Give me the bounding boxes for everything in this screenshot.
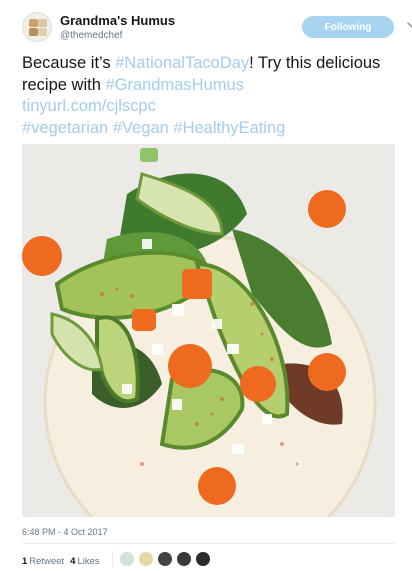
hashtag-link[interactable]: #GrandmasHumus	[105, 76, 243, 94]
separator	[112, 551, 113, 567]
retweet-count[interactable]: 1	[22, 556, 27, 567]
url-link[interactable]: tinyurl.com/cjlscpc	[22, 97, 156, 115]
hashtag-link[interactable]: #Vegan	[113, 119, 169, 137]
account-names: Grandma's Humus @themedchef	[60, 13, 175, 42]
liker-avatar[interactable]	[157, 551, 173, 567]
liker-avatar[interactable]	[195, 551, 211, 567]
tweet-text-part: Because it’s	[22, 54, 116, 72]
liker-avatar[interactable]	[176, 551, 192, 567]
following-button[interactable]: Following	[302, 16, 394, 38]
tweet-timestamp[interactable]: 6:48 PM - 4 Oct 2017	[22, 527, 108, 537]
display-name[interactable]: Grandma's Humus	[60, 13, 175, 28]
taco-image	[22, 144, 395, 517]
chevron-down-icon[interactable]	[407, 20, 412, 30]
hashtag-link[interactable]: #HealthyEating	[173, 119, 285, 137]
liker-avatar[interactable]	[138, 551, 154, 567]
avatar[interactable]	[22, 12, 52, 42]
tweet-header: Grandma's Humus @themedchef Following	[22, 12, 412, 42]
divider	[22, 543, 395, 544]
hashtag-link[interactable]: #vegetarian	[22, 119, 108, 137]
tweet-stats: 1 Retweet 4 Likes	[22, 556, 100, 567]
tweet-text: Because it’s #NationalTacoDay! Try this …	[22, 53, 392, 139]
handle[interactable]: @themedchef	[60, 29, 175, 42]
like-label[interactable]: Likes	[77, 556, 99, 567]
tweet-photo[interactable]	[22, 144, 395, 517]
liker-avatar[interactable]	[119, 551, 135, 567]
liker-avatars	[112, 549, 214, 569]
like-count[interactable]: 4	[70, 556, 75, 567]
hashtag-link[interactable]: #NationalTacoDay	[115, 54, 249, 72]
retweet-label[interactable]: Retweet	[29, 556, 64, 567]
